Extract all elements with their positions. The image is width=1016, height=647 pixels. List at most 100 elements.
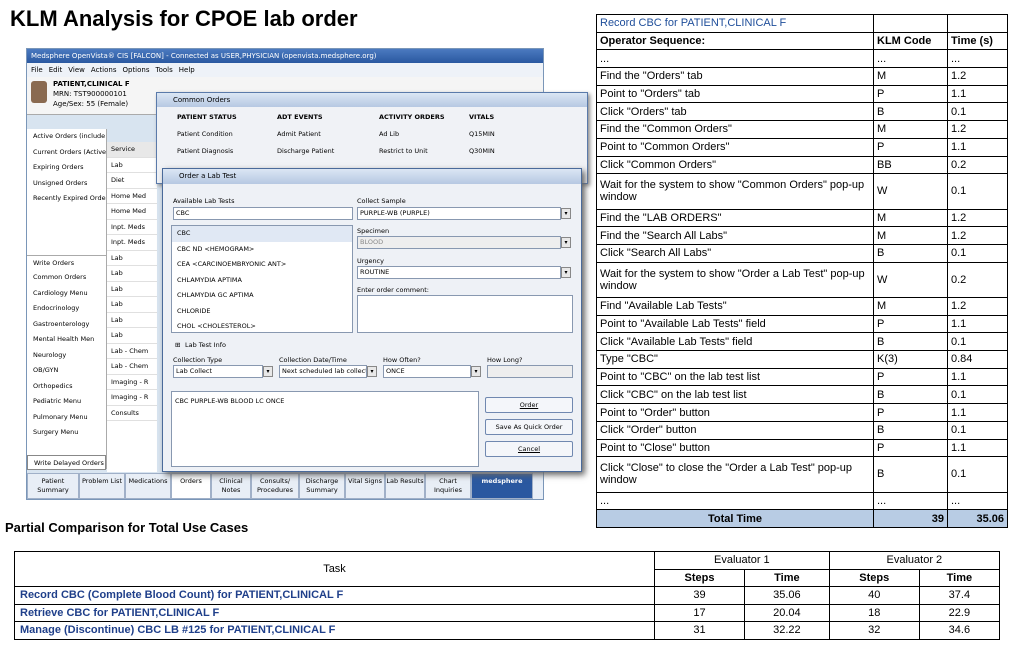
comparison-row: Manage (Discontinue) CBC LB #125 for PAT… [14, 621, 1001, 640]
common-order-item[interactable]: Restrict to Unit [379, 147, 469, 155]
chevron-down-icon[interactable]: ▾ [263, 366, 273, 377]
tab-3[interactable]: Medications [125, 473, 171, 499]
menu-item[interactable]: Help [179, 63, 195, 77]
klm-operator: Point to "Order" button [596, 403, 874, 422]
lab-test-option[interactable]: CHLAMYDIA GC APTIMA [172, 288, 352, 304]
subheader-steps: Steps [828, 568, 920, 587]
write-order-item[interactable]: Surgery Menu [27, 425, 106, 441]
available-tests-input[interactable]: CBC [173, 207, 353, 220]
common-order-item[interactable]: Q30MIN [469, 147, 559, 155]
klm-table: Record CBC for PATIENT,CLINICAL F Operato… [596, 14, 1008, 528]
write-order-item[interactable]: Pediatric Menu [27, 394, 106, 410]
tab-7[interactable]: Discharge Summary [299, 473, 345, 499]
collect-sample-select[interactable]: PURPLE-WB (PURPLE) [357, 207, 561, 220]
klm-total-steps: 39 [873, 509, 948, 528]
klm-time: 0.1 [947, 456, 1008, 493]
service-header: Service [107, 142, 157, 158]
klm-time: 1.1 [947, 367, 1008, 387]
lab-test-option[interactable]: CBC ND <HEMOGRAM> [172, 242, 352, 258]
lab-test-list[interactable]: CBC CBC ND <HEMOGRAM> CEA <CARCINOEMBRYONI… [171, 225, 353, 333]
common-order-item[interactable]: Discharge Patient [277, 147, 379, 155]
write-order-item[interactable]: Cardiology Menu [27, 286, 106, 302]
klm-time: ... [947, 49, 1008, 69]
klm-code: ... [873, 491, 948, 511]
common-order-item[interactable]: Patient Diagnosis [177, 147, 277, 155]
specimen-select[interactable]: BLOOD [357, 236, 561, 249]
comparison-value: 18 [828, 603, 920, 622]
menu-item[interactable]: Edit [49, 63, 63, 77]
comparison-task: Retrieve CBC for PATIENT,CLINICAL F [14, 603, 655, 622]
write-order-item[interactable]: Orthopedics [27, 379, 106, 395]
patient-name[interactable]: PATIENT,CLINICAL F [53, 80, 130, 88]
tab-2[interactable]: Problem List [79, 473, 125, 499]
write-order-item[interactable]: Endocrinology [27, 301, 106, 317]
menu-item[interactable]: File [31, 63, 43, 77]
write-order-item[interactable]: Gastroenterology [27, 317, 106, 333]
order-view-item[interactable]: Expiring Orders [27, 160, 106, 176]
order-view-item[interactable]: Recently Expired Orde [27, 191, 106, 207]
lab-test-info[interactable]: Lab Test Info [185, 341, 226, 349]
lab-test-option[interactable]: CHLORIDE [172, 304, 352, 320]
menu-item[interactable]: Actions [91, 63, 117, 77]
menu-item[interactable]: Options [122, 63, 149, 77]
order-view-item[interactable]: Current Orders (Active [27, 145, 106, 161]
tab-11[interactable]: medsphere [471, 473, 533, 499]
collection-type-select[interactable]: Lab Collect [173, 365, 263, 378]
lab-test-option[interactable]: CEA <CARCINOEMBRYONIC ANT> [172, 257, 352, 273]
klm-code: P [873, 367, 948, 387]
urgency-select[interactable]: ROUTINE [357, 266, 561, 279]
task-header: Task [14, 551, 655, 587]
write-delayed-button[interactable]: Write Delayed Orders [27, 454, 106, 470]
save-quick-order-button[interactable]: Save As Quick Order [485, 419, 573, 435]
tab-6[interactable]: Consults/ Procedures [251, 473, 299, 499]
common-order-item[interactable]: Q15MIN [469, 130, 559, 138]
lab-test-option[interactable]: CHLAMYDIA APTIMA [172, 273, 352, 289]
order-comment-field[interactable] [357, 295, 573, 333]
write-orders-header: Write Orders [27, 254, 106, 271]
order-view-item[interactable]: Unsigned Orders [27, 176, 106, 192]
common-order-item[interactable]: Ad Lib [379, 130, 469, 138]
expand-icon[interactable]: ⊞ [175, 341, 180, 349]
common-orders-heading: PATIENT STATUS [177, 113, 237, 121]
chevron-down-icon[interactable]: ▾ [471, 366, 481, 377]
klm-row: Find the "Common Orders" M 1.2 [596, 120, 1008, 139]
comparison-value: 31 [653, 621, 746, 640]
evaluator1-header: Evaluator 1 [654, 551, 830, 570]
common-order-item[interactable]: Admit Patient [277, 130, 379, 138]
comparison-row: Retrieve CBC for PATIENT,CLINICAL F 17 20.… [14, 603, 1001, 622]
tab-10[interactable]: Chart Inquiries [425, 473, 471, 499]
order-view-item[interactable]: Active Orders (include [27, 129, 106, 145]
comparison-table: Task Evaluator 1 Evaluator 2 Steps Time Steps… [14, 551, 1001, 640]
common-order-item[interactable]: Patient Condition [177, 130, 277, 138]
lab-test-option[interactable]: CBC [172, 226, 352, 242]
klm-row: Point to "Close" button P 1.1 [596, 438, 1008, 458]
collection-date-select[interactable]: Next scheduled lab collect [279, 365, 367, 378]
chevron-down-icon[interactable]: ▾ [367, 366, 377, 377]
klm-operator: Find the "Search All Labs" [596, 226, 874, 245]
menu-item[interactable]: Tools [156, 63, 173, 77]
tab-9[interactable]: Lab Results [385, 473, 425, 499]
how-often-select[interactable]: ONCE [383, 365, 471, 378]
chevron-down-icon[interactable]: ▾ [561, 267, 571, 278]
tab-4[interactable]: Orders [171, 473, 211, 499]
order-button[interactable]: Order [485, 397, 573, 413]
klm-code: ... [873, 49, 948, 69]
chevron-down-icon[interactable]: ▾ [561, 237, 571, 248]
write-order-item[interactable]: Mental Health Men [27, 332, 106, 348]
tab-1[interactable]: Patient Summary [27, 473, 79, 499]
klm-time: 1.2 [947, 226, 1008, 245]
how-long-field[interactable] [487, 365, 573, 378]
write-order-item[interactable]: Common Orders [27, 270, 106, 286]
chevron-down-icon[interactable]: ▾ [561, 208, 571, 219]
write-order-item[interactable]: OB/GYN [27, 363, 106, 379]
menu-item[interactable]: View [68, 63, 85, 77]
lab-test-option[interactable]: CHOL <CHOLESTEROL> [172, 319, 352, 335]
cancel-button[interactable]: Cancel [485, 441, 573, 457]
tab-5[interactable]: Clinical Notes [211, 473, 251, 499]
write-order-item[interactable]: Neurology [27, 348, 106, 364]
klm-time: 0.2 [947, 155, 1008, 175]
write-order-item[interactable]: Pulmonary Menu [27, 410, 106, 426]
klm-row: Point to "CBC" on the lab test list P 1.1 [596, 367, 1008, 387]
klm-operator: Click "Available Lab Tests" field [596, 332, 874, 352]
tab-8[interactable]: Vital Signs [345, 473, 385, 499]
